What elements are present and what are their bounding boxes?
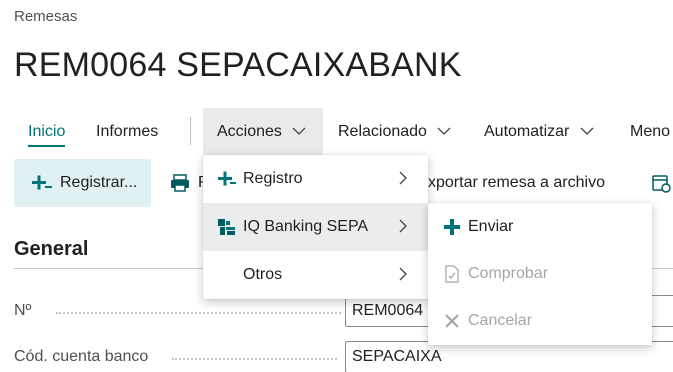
tab-automatizar[interactable]: Automatizar [484, 108, 594, 156]
tab-label: Informes [96, 123, 159, 140]
export-remesa-button[interactable]: xportar remesa a archivo [428, 159, 605, 207]
bank-icon [217, 217, 237, 237]
section-title-general[interactable]: General [14, 238, 88, 261]
tab-label: Acciones [217, 123, 282, 141]
tab-relacionado[interactable]: Relacionado [338, 108, 451, 156]
chevron-right-icon [399, 219, 408, 238]
chevron-down-icon [580, 108, 594, 156]
tab-inicio[interactable]: Inicio [28, 108, 66, 156]
calendar-report-button[interactable] [651, 159, 673, 207]
chevron-down-icon [292, 108, 306, 156]
acciones-menu: Registro IQ Banking SEPA Otros [203, 155, 428, 299]
menu-item-label: Enviar [468, 218, 514, 235]
field-label-no: Nº [14, 302, 32, 319]
action-tabbar: Inicio Informes Acciones Relacionado Aut… [0, 108, 673, 156]
field-value-cod-cuenta-banco[interactable]: SEPACAIXA [345, 341, 673, 372]
tab-menos[interactable]: Meno [630, 108, 670, 156]
chevron-down-icon [437, 108, 451, 156]
menu-item-registro[interactable]: Registro [203, 155, 428, 203]
tab-label: Relacionado [338, 123, 427, 141]
chevron-right-icon [399, 171, 408, 190]
menu-item-label: IQ Banking SEPA [243, 218, 369, 235]
chevron-right-icon [399, 267, 408, 286]
active-tab-indicator [28, 145, 66, 147]
menu-item-comprobar[interactable]: Comprobar [428, 250, 652, 298]
printer-icon [170, 174, 190, 192]
menu-item-label: Otros [243, 266, 283, 283]
field-dots [56, 312, 341, 314]
menu-item-label: Cancelar [468, 312, 533, 329]
tab-label: Automatizar [484, 123, 570, 141]
close-icon [442, 311, 462, 331]
post-icon [32, 175, 52, 191]
tab-acciones[interactable]: Acciones [203, 108, 323, 156]
iq-banking-submenu: Enviar Comprobar Cancelar [428, 203, 652, 345]
tab-informes[interactable]: Informes [96, 108, 158, 156]
breadcrumb[interactable]: Remesas [14, 8, 77, 25]
registrar-label: Registrar... [60, 174, 138, 191]
menu-item-enviar[interactable]: Enviar [428, 203, 652, 251]
menu-item-label: Comprobar [468, 265, 549, 282]
registrar-button[interactable]: Registrar... [14, 159, 152, 207]
calendar-icon [651, 173, 671, 193]
menu-item-cancelar[interactable]: Cancelar [428, 297, 652, 345]
tab-label: Inicio [28, 123, 66, 140]
menu-item-otros[interactable]: Otros [203, 251, 428, 299]
menu-item-iq-banking-sepa[interactable]: IQ Banking SEPA [203, 203, 428, 251]
field-dots [172, 358, 337, 360]
tab-label: Meno [630, 123, 671, 140]
plus-icon [217, 169, 237, 189]
plus-icon [442, 217, 462, 237]
export-label: xportar remesa a archivo [428, 174, 605, 191]
page-title: REM0064 SEPACAIXABANK [14, 46, 462, 84]
document-check-icon [442, 264, 462, 284]
field-label-cod-cuenta-banco: Cód. cuenta banco [14, 348, 149, 365]
menu-item-label: Registro [243, 170, 303, 187]
tab-separator [190, 117, 191, 145]
